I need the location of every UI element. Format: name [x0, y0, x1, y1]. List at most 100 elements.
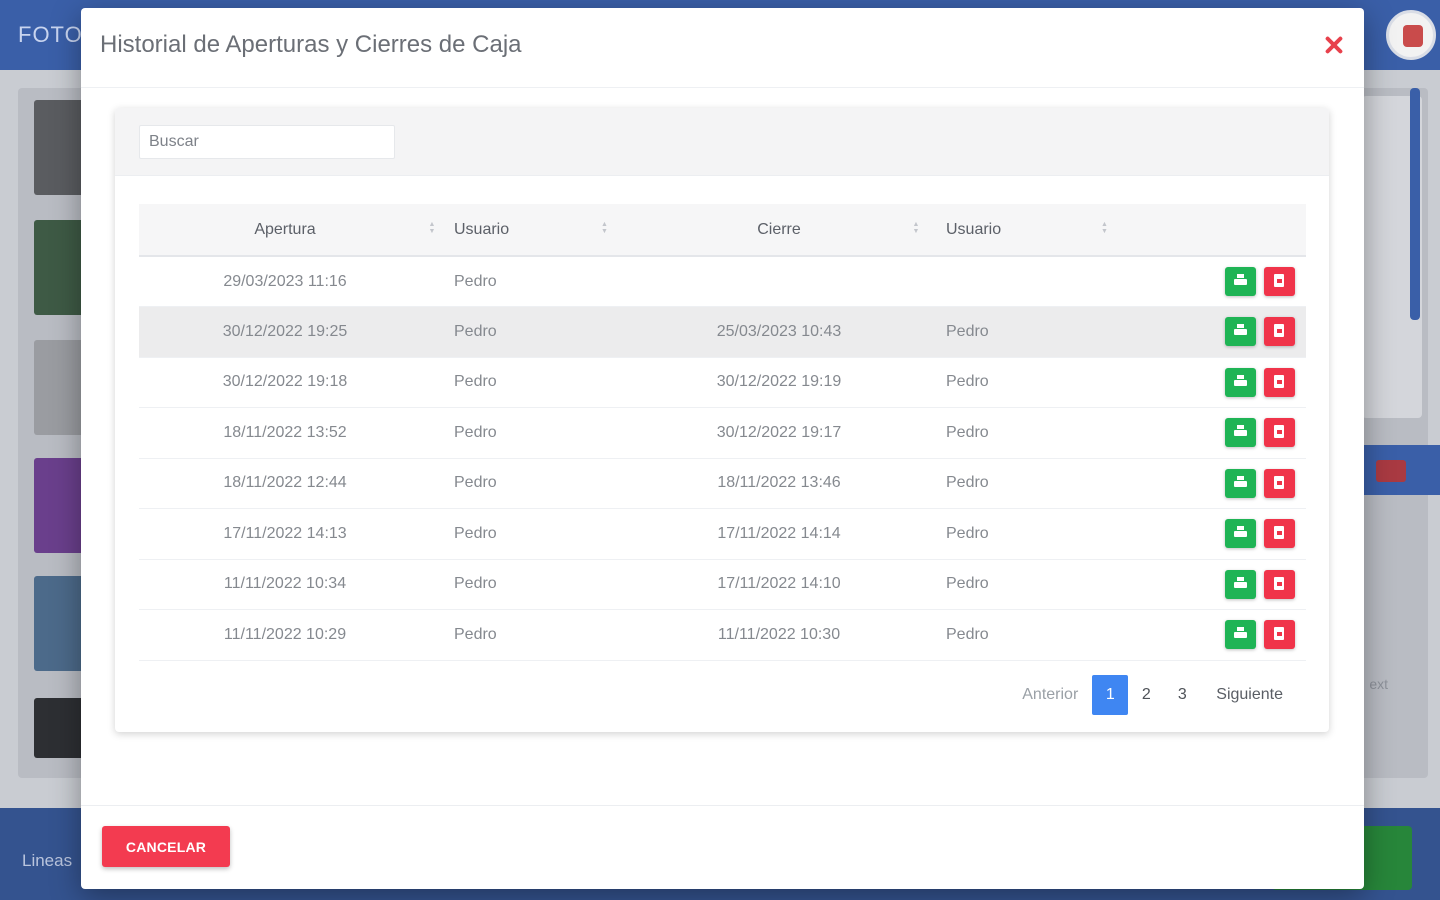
cell-usuario-cierre: Pedro [946, 524, 989, 542]
pdf-button[interactable] [1264, 317, 1295, 347]
sort-icon[interactable] [911, 221, 921, 235]
cell-cierre: 17/11/2022 14:10 [717, 575, 841, 593]
cell-usuario-apertura: Pedro [454, 373, 497, 391]
cell-usuario-apertura: Pedro [454, 524, 497, 542]
print-button[interactable] [1225, 267, 1256, 296]
history-card: Apertura Usuario Cierre Usuario [115, 108, 1329, 732]
printer-icon [1234, 526, 1247, 539]
pdf-icon [1273, 576, 1286, 590]
sort-icon[interactable] [601, 221, 611, 235]
cell-cierre [629, 256, 929, 307]
table-row[interactable]: 11/11/2022 10:34 Pedro 17/11/2022 14:10 … [139, 559, 1306, 610]
pdf-button[interactable] [1264, 569, 1295, 599]
cell-actions [1129, 357, 1306, 408]
printer-icon [1234, 627, 1247, 640]
print-button[interactable] [1225, 468, 1256, 498]
cell-apertura: 11/11/2022 10:34 [223, 575, 347, 593]
cell-usuario-cierre: Pedro [946, 474, 989, 492]
pdf-button[interactable] [1264, 367, 1295, 397]
pdf-button[interactable] [1264, 267, 1295, 296]
print-button[interactable] [1225, 569, 1256, 599]
pdf-icon [1273, 475, 1286, 489]
print-button[interactable] [1225, 317, 1256, 347]
table-row[interactable]: 17/11/2022 14:13 Pedro 17/11/2022 14:14 … [139, 509, 1306, 560]
cell-actions [1129, 458, 1306, 509]
printer-icon [1234, 425, 1247, 438]
cell-cierre: 18/11/2022 13:46 [717, 474, 841, 492]
footer-label: Lineas [22, 851, 73, 870]
column-header-apertura[interactable]: Apertura [139, 204, 431, 256]
table-header-row: Apertura Usuario Cierre Usuario [139, 204, 1306, 256]
user-avatar [1386, 10, 1436, 60]
modal-title: Historial de Aperturas y Cierres de Caja [100, 31, 522, 58]
cell-usuario-cierre: Pedro [946, 625, 989, 643]
table-row[interactable]: 29/03/2023 11:16 Pedro [139, 256, 1306, 307]
pagination-next[interactable]: Siguiente [1206, 686, 1293, 704]
cell-actions [1129, 307, 1306, 358]
history-modal: Historial de Aperturas y Cierres de Caja… [81, 8, 1364, 889]
pdf-icon [1273, 374, 1286, 388]
column-header-usuario-apertura[interactable]: Usuario [431, 204, 629, 256]
cell-usuario-apertura: Pedro [454, 474, 497, 492]
cell-apertura: 30/12/2022 19:25 [222, 322, 348, 340]
print-button[interactable] [1225, 418, 1256, 448]
cell-usuario-cierre: Pedro [946, 423, 989, 441]
cell-cierre: 17/11/2022 14:14 [717, 524, 841, 542]
print-button[interactable] [1225, 367, 1256, 397]
table-row[interactable]: 18/11/2022 12:44 Pedro 18/11/2022 13:46 … [139, 458, 1306, 509]
table-row[interactable]: 30/12/2022 19:18 Pedro 30/12/2022 19:19 … [139, 357, 1306, 408]
cell-usuario-apertura: Pedro [454, 625, 497, 643]
pagination-page-3[interactable]: 3 [1164, 675, 1200, 715]
printer-icon [1234, 374, 1247, 388]
side-text: ext [1369, 676, 1388, 692]
pdf-button[interactable] [1264, 620, 1295, 650]
pdf-icon [1273, 627, 1286, 641]
pdf-button[interactable] [1264, 468, 1295, 498]
cell-usuario-cierre: Pedro [946, 575, 989, 593]
sort-icon[interactable] [1101, 221, 1111, 235]
cell-cierre: 25/03/2023 10:43 [716, 322, 842, 340]
cell-cierre: 30/12/2022 19:19 [716, 373, 842, 391]
pdf-button[interactable] [1264, 418, 1295, 448]
printer-icon [1234, 274, 1247, 287]
pdf-icon [1273, 425, 1286, 439]
table-row[interactable]: 11/11/2022 10:29 Pedro 11/11/2022 10:30 … [139, 610, 1306, 661]
cell-apertura: 18/11/2022 13:52 [223, 423, 347, 441]
cell-usuario-apertura: Pedro [454, 322, 497, 340]
print-button[interactable] [1225, 620, 1256, 650]
pagination-page-2[interactable]: 2 [1128, 675, 1164, 715]
cell-cierre: 11/11/2022 10:30 [717, 625, 841, 643]
close-icon[interactable] [1321, 32, 1347, 58]
printer-icon [1234, 576, 1247, 590]
column-header-usuario-cierre[interactable]: Usuario [929, 204, 1129, 256]
pagination-previous[interactable]: Anterior [1012, 686, 1088, 704]
cell-apertura: 11/11/2022 10:29 [223, 625, 347, 643]
cell-actions [1129, 408, 1306, 459]
column-header-actions [1129, 204, 1306, 256]
pagination-page-1[interactable]: 1 [1092, 675, 1129, 715]
table-row[interactable]: 18/11/2022 13:52 Pedro 30/12/2022 19:17 … [139, 408, 1306, 459]
app-brand: FOTO [18, 22, 83, 47]
cancel-button[interactable]: CANCELAR [102, 826, 230, 867]
print-button[interactable] [1225, 519, 1256, 549]
side-chip [1376, 460, 1406, 482]
cell-apertura: 18/11/2022 12:44 [223, 474, 347, 492]
printer-icon [1234, 324, 1247, 337]
card-toolbar [115, 108, 1329, 176]
cell-actions [1129, 610, 1306, 661]
cell-usuario-apertura: Pedro [454, 575, 497, 593]
printer-icon [1234, 475, 1247, 489]
pdf-button[interactable] [1264, 519, 1295, 549]
cell-actions [1129, 509, 1306, 560]
side-scrollbar [1410, 88, 1420, 320]
cell-usuario-apertura: Pedro [454, 423, 497, 441]
column-header-cierre[interactable]: Cierre [629, 204, 929, 256]
cell-apertura: 30/12/2022 19:18 [222, 373, 348, 391]
search-input[interactable] [139, 125, 395, 159]
pagination: Anterior 1 2 3 Siguiente [1012, 675, 1293, 715]
cell-usuario-cierre [929, 256, 1129, 307]
pdf-icon [1273, 274, 1286, 287]
table-row[interactable]: 30/12/2022 19:25 Pedro 25/03/2023 10:43 … [139, 306, 1306, 358]
cell-usuario-cierre: Pedro [946, 322, 989, 340]
cell-apertura: 29/03/2023 11:16 [223, 272, 347, 290]
